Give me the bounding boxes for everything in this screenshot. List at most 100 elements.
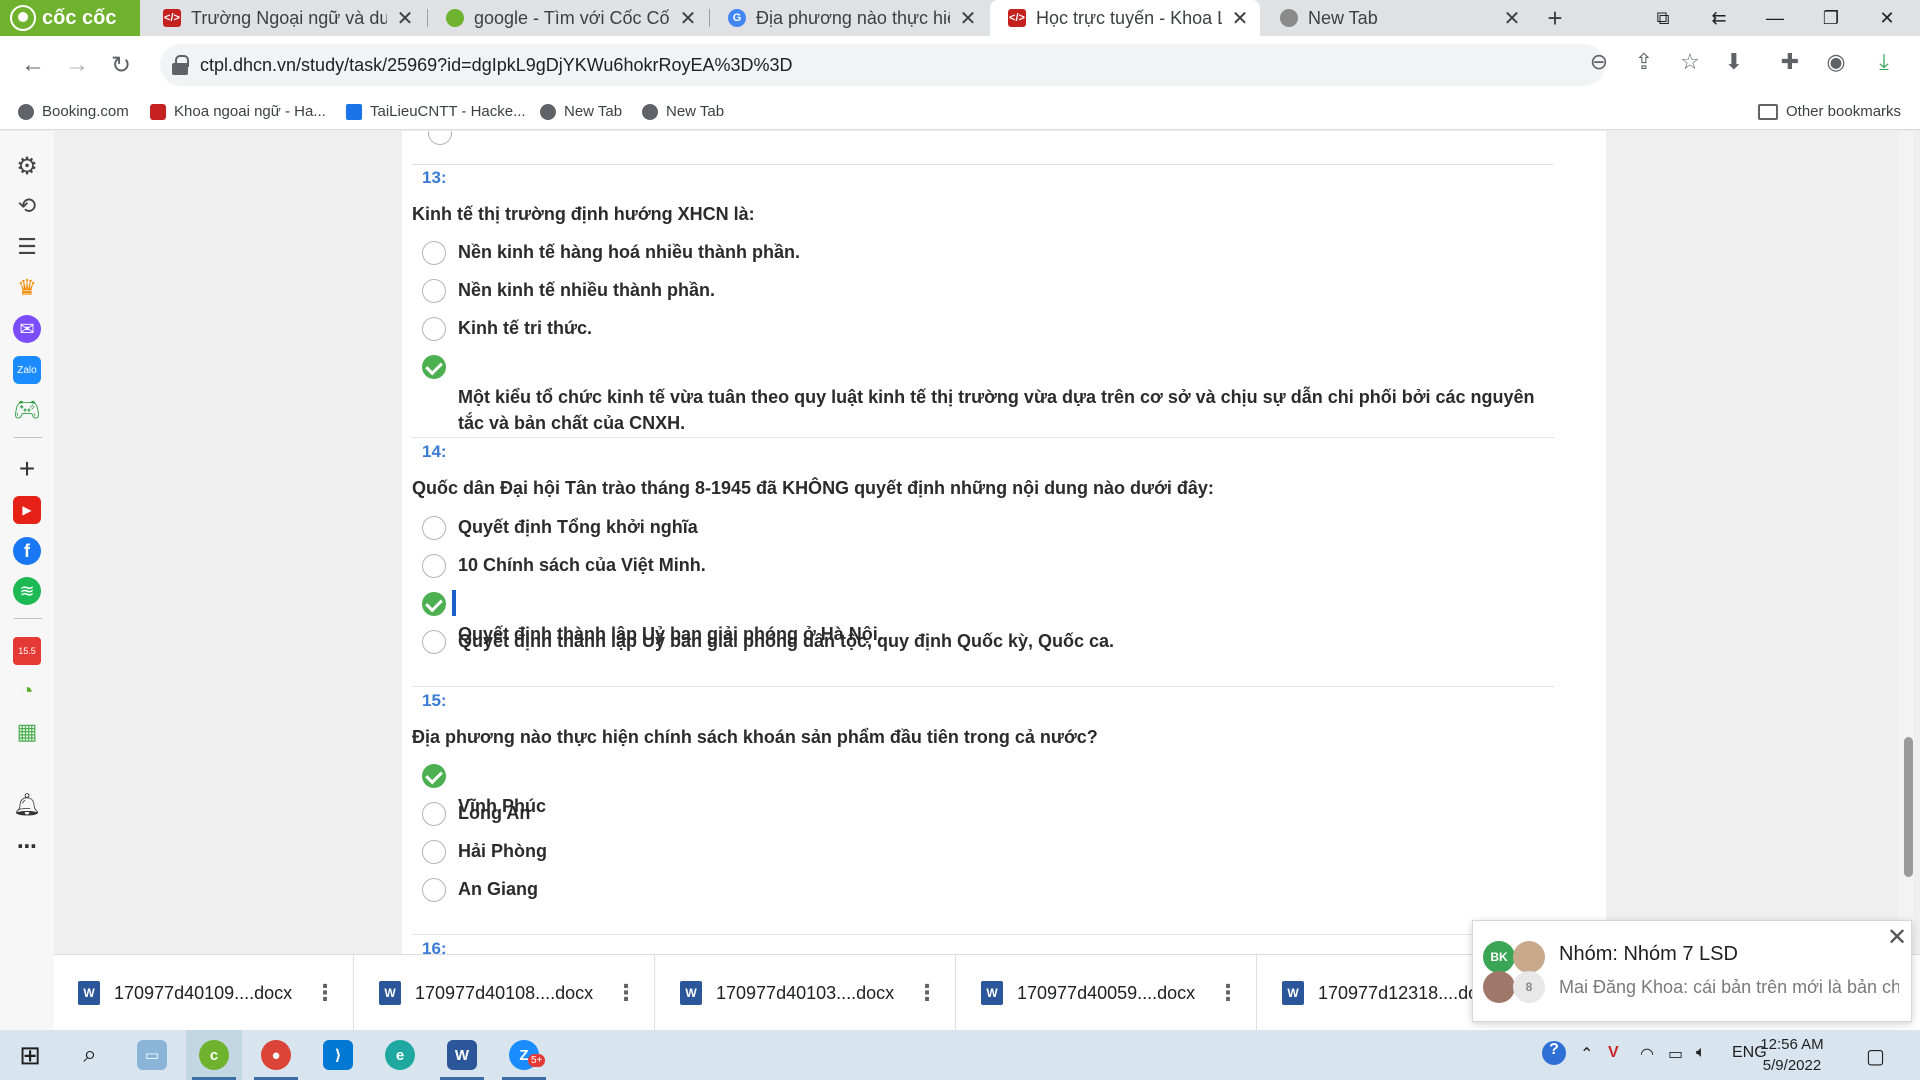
answer-option[interactable]: Quyết định thành lập Uỷ ban giải phóng d… (422, 628, 1542, 654)
restore-button[interactable]: ❐ (1808, 0, 1854, 36)
back-button[interactable]: ← (18, 50, 48, 80)
tab-google-search[interactable]: google - Tìm với Cốc Cốc ✕ (428, 0, 708, 36)
radio-button[interactable] (422, 241, 446, 265)
radio-button[interactable] (422, 840, 446, 864)
search-button[interactable]: ⌕ (62, 1030, 118, 1080)
zoom-out-icon[interactable]: ⊖ (1585, 49, 1613, 74)
chevron-up-icon[interactable]: ⌃ (1580, 1044, 1593, 1064)
answer-option[interactable]: Hải Phòng (422, 838, 1542, 864)
tab-search-icon[interactable]: ⧉ (1640, 0, 1686, 36)
settings-gear-icon[interactable]: ⚙ (13, 152, 41, 180)
radio-button[interactable] (422, 802, 446, 826)
sidebar-toggle-icon[interactable]: ⇇ (1696, 0, 1742, 36)
answer-option[interactable]: Nền kinh tế hàng hoá nhiều thành phần. (422, 239, 1542, 265)
taskbar-app-vscode[interactable]: ⟩ (310, 1030, 366, 1080)
close-icon[interactable]: ✕ (678, 6, 698, 31)
reload-button[interactable]: ↻ (106, 50, 136, 80)
profile-icon[interactable]: ◉ (1822, 49, 1850, 74)
url-text[interactable]: ctpl.dhcn.vn/study/task/25969?id=dgIpkL9… (200, 55, 793, 76)
radio-button[interactable] (422, 317, 446, 341)
taskbar-app-word[interactable]: W (434, 1030, 490, 1080)
download-item[interactable]: W 170977d40109....docx ⋮ (54, 955, 354, 1031)
address-bar[interactable]: ctpl.dhcn.vn/study/task/25969?id=dgIpkL9… (160, 44, 1605, 86)
taskbar-app-coccoc[interactable]: c (186, 1030, 242, 1080)
crown-icon[interactable]: ♛ (13, 274, 41, 302)
tab-hoc-truc-tuyen[interactable]: </> Học trực tuyến - Khoa Lý l ✕ (990, 0, 1260, 36)
taskbar-app-chrome[interactable]: ● (248, 1030, 304, 1080)
clock[interactable]: 12:56 AM 5/9/2022 (1744, 1034, 1840, 1076)
taskbar-app-photos[interactable]: ▭ (124, 1030, 180, 1080)
bookmark-new-tab-1[interactable]: New Tab (540, 103, 622, 120)
coccoc-extension-icon[interactable]: ◔ (13, 677, 41, 705)
tab-truong-ngoai-ngu[interactable]: </> Trường Ngoại ngữ và du l ✕ (145, 0, 425, 36)
radio-button[interactable] (422, 279, 446, 303)
radio-button[interactable] (422, 630, 446, 654)
answer-option[interactable]: Long An (422, 800, 1542, 826)
spotify-icon[interactable]: ≋ (13, 577, 41, 605)
messenger-icon[interactable]: ✉ (13, 315, 41, 343)
more-icon[interactable]: ⋯ (13, 832, 41, 860)
answer-option[interactable]: Quyết định Tổng khởi nghĩa (422, 514, 1542, 540)
close-icon[interactable]: ✕ (1887, 923, 1907, 952)
youtube-icon[interactable]: ▶ (13, 496, 41, 524)
share-icon[interactable]: ⇪ (1630, 49, 1658, 74)
battery-icon[interactable]: ▭ (1668, 1044, 1683, 1064)
notification-bell-icon[interactable]: 🔔︎ (13, 791, 41, 819)
lock-icon[interactable] (172, 55, 189, 75)
radio-button[interactable] (422, 516, 446, 540)
close-icon[interactable]: ✕ (1502, 6, 1522, 31)
tab-new-tab[interactable]: New Tab ✕ (1262, 0, 1532, 36)
spreadsheet-icon[interactable]: ▦ (13, 718, 41, 746)
forward-button[interactable]: → (62, 50, 92, 80)
speaker-icon[interactable]: 🔈︎ (1696, 1044, 1706, 1062)
history-icon[interactable]: ⟲ (13, 192, 41, 220)
checked-radio-icon[interactable] (422, 355, 446, 379)
chat-notification-popup[interactable]: BK 8 Nhóm: Nhóm 7 LSD Mai Đăng Khoa: cái… (1472, 920, 1912, 1022)
more-options-icon[interactable]: ⋮ (314, 980, 336, 1006)
tab-dia-phuong[interactable]: G Địa phương nào thực hiện ✕ (710, 0, 988, 36)
download-arrow-icon[interactable]: ⬇ (1720, 49, 1748, 74)
close-icon[interactable]: ✕ (395, 6, 415, 31)
start-button[interactable]: ⊞ (2, 1030, 58, 1080)
radio-button[interactable] (422, 554, 446, 578)
download-item[interactable]: W 170977d40108....docx ⋮ (355, 955, 655, 1031)
add-icon[interactable]: + (13, 453, 41, 484)
bookmark-new-tab-2[interactable]: New Tab (642, 103, 724, 120)
bookmark-star-icon[interactable]: ☆ (1676, 49, 1704, 74)
help-icon[interactable]: ? (1542, 1041, 1566, 1065)
answer-option[interactable]: 10 Chính sách của Việt Minh. (422, 552, 1542, 578)
close-icon[interactable]: ✕ (958, 6, 978, 31)
more-options-icon[interactable]: ⋮ (916, 980, 938, 1006)
wifi-icon[interactable]: ◠ (1640, 1044, 1654, 1064)
answer-option-selected[interactable]: Một kiểu tổ chức kinh tế vừa tuân theo q… (422, 353, 1542, 436)
bookmark-khoa-ngoai-ngu[interactable]: Khoa ngoai ngữ - Ha... (150, 103, 326, 120)
checked-radio-icon[interactable] (422, 592, 446, 616)
reading-list-icon[interactable]: ☰ (13, 233, 41, 261)
answer-option[interactable]: Kinh tế tri thức. (422, 315, 1542, 341)
coccoc-menu-button[interactable]: cốc cốc (0, 0, 140, 36)
download-item[interactable]: W 170977d40059....docx ⋮ (957, 955, 1257, 1031)
answer-option[interactable]: An Giang (422, 876, 1542, 902)
answer-option[interactable]: Nền kinh tế nhiều thành phần. (422, 277, 1542, 303)
download-item[interactable]: W 170977d40103....docx ⋮ (656, 955, 956, 1031)
taskbar-app-zalo[interactable]: Z 5+ (496, 1030, 552, 1080)
action-center-icon[interactable]: ▢ (1866, 1044, 1885, 1069)
radio-button[interactable] (422, 878, 446, 902)
gamepad-icon[interactable]: 🎮︎ (13, 396, 41, 424)
bookmark-tailieucntt[interactable]: TaiLieuCNTT - Hacke... (346, 103, 526, 120)
close-icon[interactable]: ✕ (1230, 6, 1250, 31)
radio-button[interactable] (428, 131, 452, 145)
minimize-button[interactable]: — (1752, 0, 1798, 36)
bookmark-booking[interactable]: Booking.com (18, 103, 129, 120)
downloads-icon[interactable]: ⤓ (1870, 49, 1898, 74)
new-tab-button[interactable]: + (1540, 3, 1570, 34)
extensions-icon[interactable]: ✚ (1776, 49, 1804, 74)
taskbar-app-edge[interactable]: e (372, 1030, 428, 1080)
more-options-icon[interactable]: ⋮ (1217, 980, 1239, 1006)
zalo-icon[interactable]: Zalo (13, 356, 41, 384)
close-window-button[interactable]: ✕ (1864, 0, 1910, 36)
more-options-icon[interactable]: ⋮ (615, 980, 637, 1006)
scrollbar-thumb[interactable] (1904, 737, 1913, 877)
checked-radio-icon[interactable] (422, 764, 446, 788)
other-bookmarks[interactable]: Other bookmarks (1758, 103, 1901, 120)
